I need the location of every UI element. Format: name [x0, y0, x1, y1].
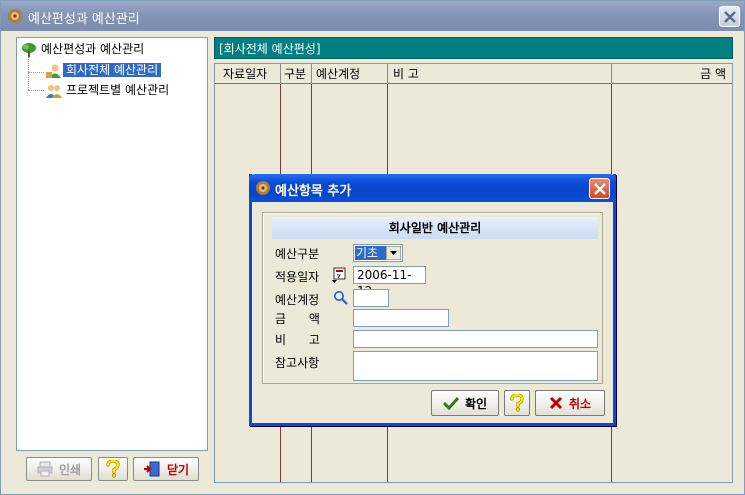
dialog-title-bar: 예산항목 추가 — [249, 174, 616, 202]
exit-door-icon — [143, 461, 160, 477]
tree-root-label: 예산편성과 예산관리 — [41, 42, 145, 56]
window-close-button[interactable] — [719, 6, 740, 27]
title-bar: 예산편성과 예산관리 — [1, 1, 744, 31]
add-budget-item-dialog: 예산항목 추가 회사일반 예산관리 예산구분 기초 적용일자 2006-11- … — [249, 174, 616, 426]
ok-button-label: 확인 — [464, 396, 488, 411]
column-header-date[interactable]: 자료일자 — [223, 64, 267, 84]
column-header-remark[interactable]: 비 고 — [393, 64, 419, 84]
dialog-form: 회사일반 예산관리 예산구분 기초 적용일자 2006-11-12 예산계정 — [262, 212, 603, 384]
close-button-label: 닫기 — [166, 462, 190, 477]
apply-date-label: 적용일자 — [275, 270, 320, 284]
print-button[interactable]: 인쇄 — [26, 457, 92, 481]
window-title: 예산편성과 예산관리 — [28, 12, 140, 27]
close-icon — [724, 11, 736, 23]
calendar-icon[interactable] — [332, 267, 348, 283]
ok-button[interactable]: 확인 — [431, 390, 499, 416]
dialog-close-button[interactable] — [589, 178, 610, 199]
print-button-label: 인쇄 — [58, 462, 82, 477]
help-icon — [510, 394, 524, 412]
checkmark-icon — [442, 396, 459, 410]
tree-item-company-budget[interactable]: 회사전체 예산관리 — [45, 61, 162, 79]
account-input[interactable] — [353, 289, 389, 307]
column-header-amount[interactable]: 금 액 — [700, 64, 726, 84]
apply-date-input[interactable]: 2006-11-12 — [353, 266, 426, 298]
note-label: 참고사항 — [275, 356, 320, 370]
remark-label: 비 고 — [275, 333, 320, 347]
column-header-type[interactable]: 구분 — [284, 64, 306, 84]
search-icon[interactable] — [333, 290, 349, 306]
close-button[interactable]: 닫기 — [133, 457, 199, 481]
cancel-button-label: 취소 — [568, 396, 592, 411]
app-icon — [255, 180, 271, 196]
tree-root[interactable]: 예산편성과 예산관리 — [20, 40, 147, 58]
category-select[interactable]: 기초 — [353, 244, 403, 262]
tree-item-label: 회사전체 예산관리 — [63, 63, 162, 77]
tree-panel: 예산편성과 예산관리 회사전체 예산관리 프로젝트별 예산관리 — [16, 37, 208, 451]
project-budget-icon — [45, 83, 63, 99]
column-header-account[interactable]: 예산계정 — [316, 64, 360, 84]
dialog-title: 예산항목 추가 — [275, 184, 352, 199]
category-label: 예산구분 — [275, 247, 320, 261]
account-label: 예산계정 — [275, 293, 320, 307]
category-value: 기초 — [355, 246, 386, 260]
tree-icon — [20, 42, 38, 58]
remark-input[interactable] — [353, 330, 598, 348]
tree-item-project-budget[interactable]: 프로젝트별 예산관리 — [45, 81, 172, 99]
user-budget-icon — [45, 63, 63, 79]
help-icon — [106, 460, 120, 478]
app-icon — [7, 8, 23, 24]
dialog-help-button[interactable] — [504, 390, 530, 416]
help-button[interactable] — [98, 457, 128, 481]
amount-input[interactable] — [353, 309, 449, 327]
main-window: 예산편성과 예산관리 예산편성과 예산관리 회사전체 예산관리 프로젝트별 예산… — [0, 0, 745, 495]
note-textarea[interactable] — [353, 351, 598, 381]
cancel-button[interactable]: 취소 — [535, 390, 605, 416]
dialog-heading: 회사일반 예산관리 — [272, 217, 598, 239]
amount-label: 금 액 — [275, 312, 320, 326]
section-title: [회사전체 예산편성] — [214, 37, 733, 59]
printer-icon — [37, 461, 53, 477]
cancel-x-icon — [549, 396, 563, 410]
chevron-down-icon[interactable] — [386, 246, 401, 260]
close-icon — [594, 183, 606, 195]
tree-item-label: 프로젝트별 예산관리 — [66, 83, 170, 97]
